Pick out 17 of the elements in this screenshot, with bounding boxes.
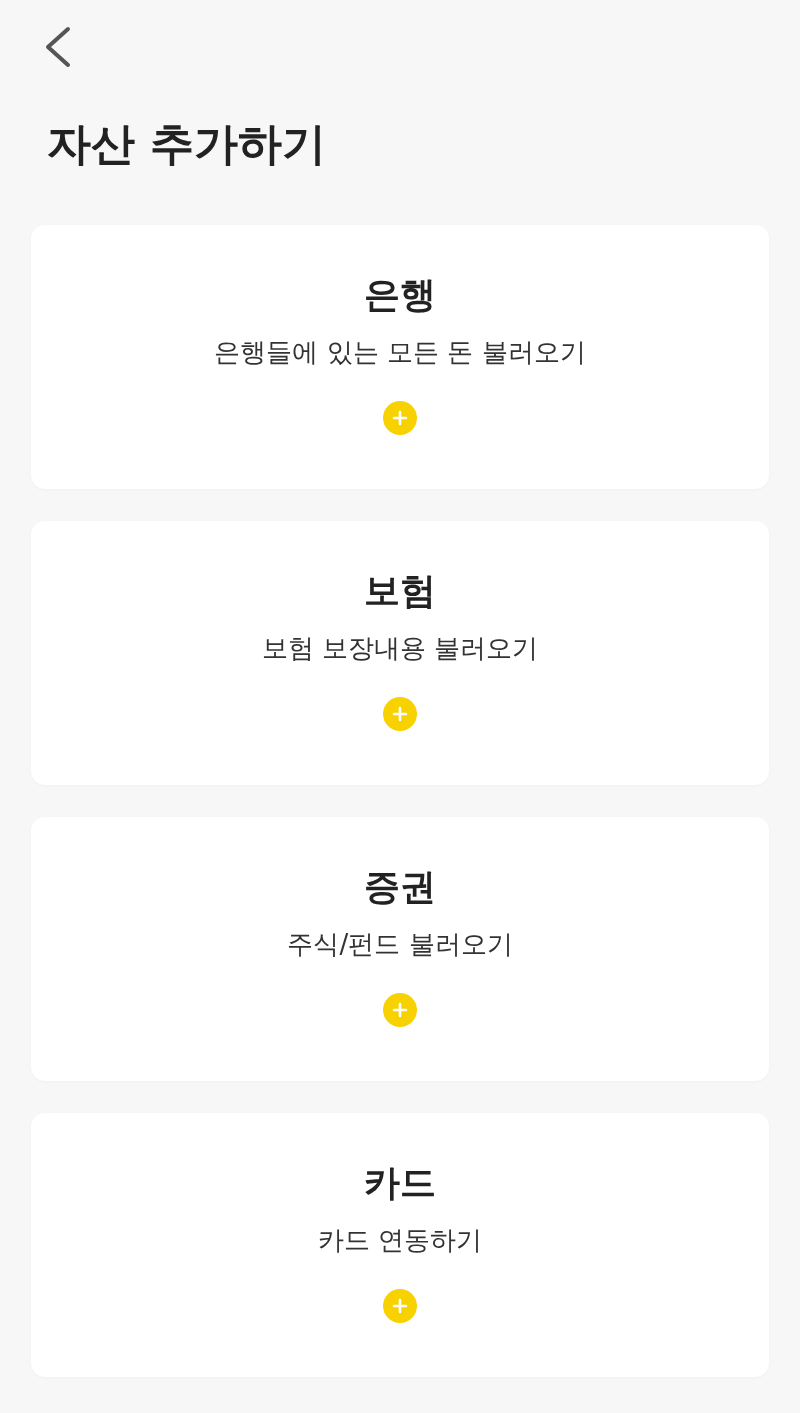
card-description: 카드 연동하기: [317, 1224, 483, 1257]
card-description: 은행들에 있는 모든 돈 불러오기: [214, 336, 586, 369]
card-title: 카드: [364, 1161, 436, 1205]
card-title: 증권: [364, 865, 436, 909]
card-title: 보험: [364, 569, 436, 613]
asset-card[interactable]: 카드 카드 연동하기: [31, 1113, 769, 1377]
asset-card[interactable]: 보험 보험 보장내용 불러오기: [31, 521, 769, 785]
add-icon[interactable]: [383, 1289, 417, 1323]
card-title: 은행: [364, 273, 436, 317]
add-icon[interactable]: [383, 993, 417, 1027]
asset-card[interactable]: 증권 주식/펀드 불러오기: [31, 817, 769, 1081]
add-icon[interactable]: [383, 697, 417, 731]
page-title: 자산 추가하기: [47, 117, 327, 171]
add-icon[interactable]: [383, 401, 417, 435]
card-description: 주식/펀드 불러오기: [287, 928, 513, 961]
asset-card[interactable]: 은행 은행들에 있는 모든 돈 불러오기: [31, 225, 769, 489]
card-description: 보험 보장내용 불러오기: [261, 632, 539, 665]
